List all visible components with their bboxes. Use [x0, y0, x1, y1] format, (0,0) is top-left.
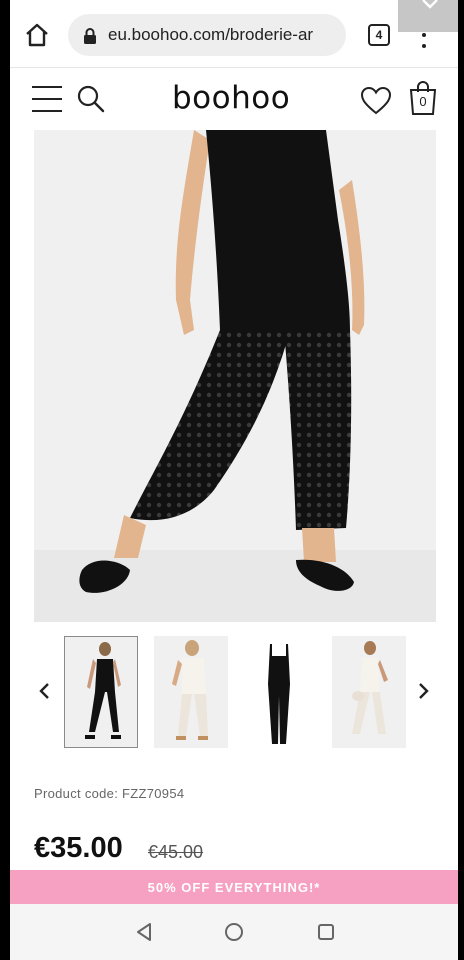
- thumbnail-white-front[interactable]: [332, 636, 406, 748]
- thumbnail-black-front[interactable]: [64, 636, 138, 748]
- browser-toolbar: eu.boohoo.com/broderie-ar 4: [10, 0, 458, 68]
- promo-text: 50% OFF EVERYTHING!*: [147, 879, 321, 895]
- hamburger-menu-icon[interactable]: [32, 86, 62, 112]
- shopping-bag-icon[interactable]: 0: [408, 80, 438, 116]
- model-jumpsuit-image: [34, 130, 436, 622]
- home-circle-icon[interactable]: [224, 922, 244, 947]
- close-overlay-button[interactable]: [398, 0, 458, 32]
- carousel-prev-button[interactable]: [34, 680, 56, 702]
- product-main-image[interactable]: [34, 130, 436, 622]
- recent-apps-square-icon[interactable]: [316, 922, 336, 947]
- wishlist-heart-icon[interactable]: [360, 86, 392, 116]
- site-header: boohoo 0: [10, 70, 458, 128]
- bag-count: 0: [419, 94, 427, 109]
- current-price: €35.00: [34, 832, 123, 864]
- thumbnail-carousel: [10, 630, 458, 754]
- original-price: €45.00: [148, 842, 204, 862]
- thumbnail-black-flat[interactable]: [242, 636, 316, 748]
- back-triangle-icon[interactable]: [134, 922, 154, 947]
- close-icon: [422, 0, 438, 9]
- lock-icon: [82, 27, 98, 45]
- promo-banner[interactable]: 50% OFF EVERYTHING!*: [10, 870, 458, 904]
- thumbnail-image: [65, 637, 137, 747]
- product-code: Product code: FZZ70954: [34, 786, 185, 801]
- android-navigation-bar: [10, 904, 458, 960]
- url-text: eu.boohoo.com/broderie-ar: [108, 25, 314, 44]
- chevron-left-icon: [39, 683, 49, 699]
- search-icon[interactable]: [76, 84, 106, 114]
- thumbnail-image: [242, 636, 316, 748]
- tab-switcher-button[interactable]: 4: [368, 24, 390, 46]
- carousel-next-button[interactable]: [412, 680, 434, 702]
- brand-logo[interactable]: boohoo: [172, 80, 290, 116]
- phone-screen: eu.boohoo.com/broderie-ar 4 boohoo 0 Pro…: [10, 0, 458, 960]
- address-bar[interactable]: eu.boohoo.com/broderie-ar: [68, 14, 346, 56]
- home-icon[interactable]: [24, 22, 50, 48]
- thumbnail-image: [154, 636, 228, 748]
- thumbnail-white-back[interactable]: [154, 636, 228, 748]
- thumbnail-image: [332, 636, 406, 748]
- chevron-right-icon: [419, 683, 429, 699]
